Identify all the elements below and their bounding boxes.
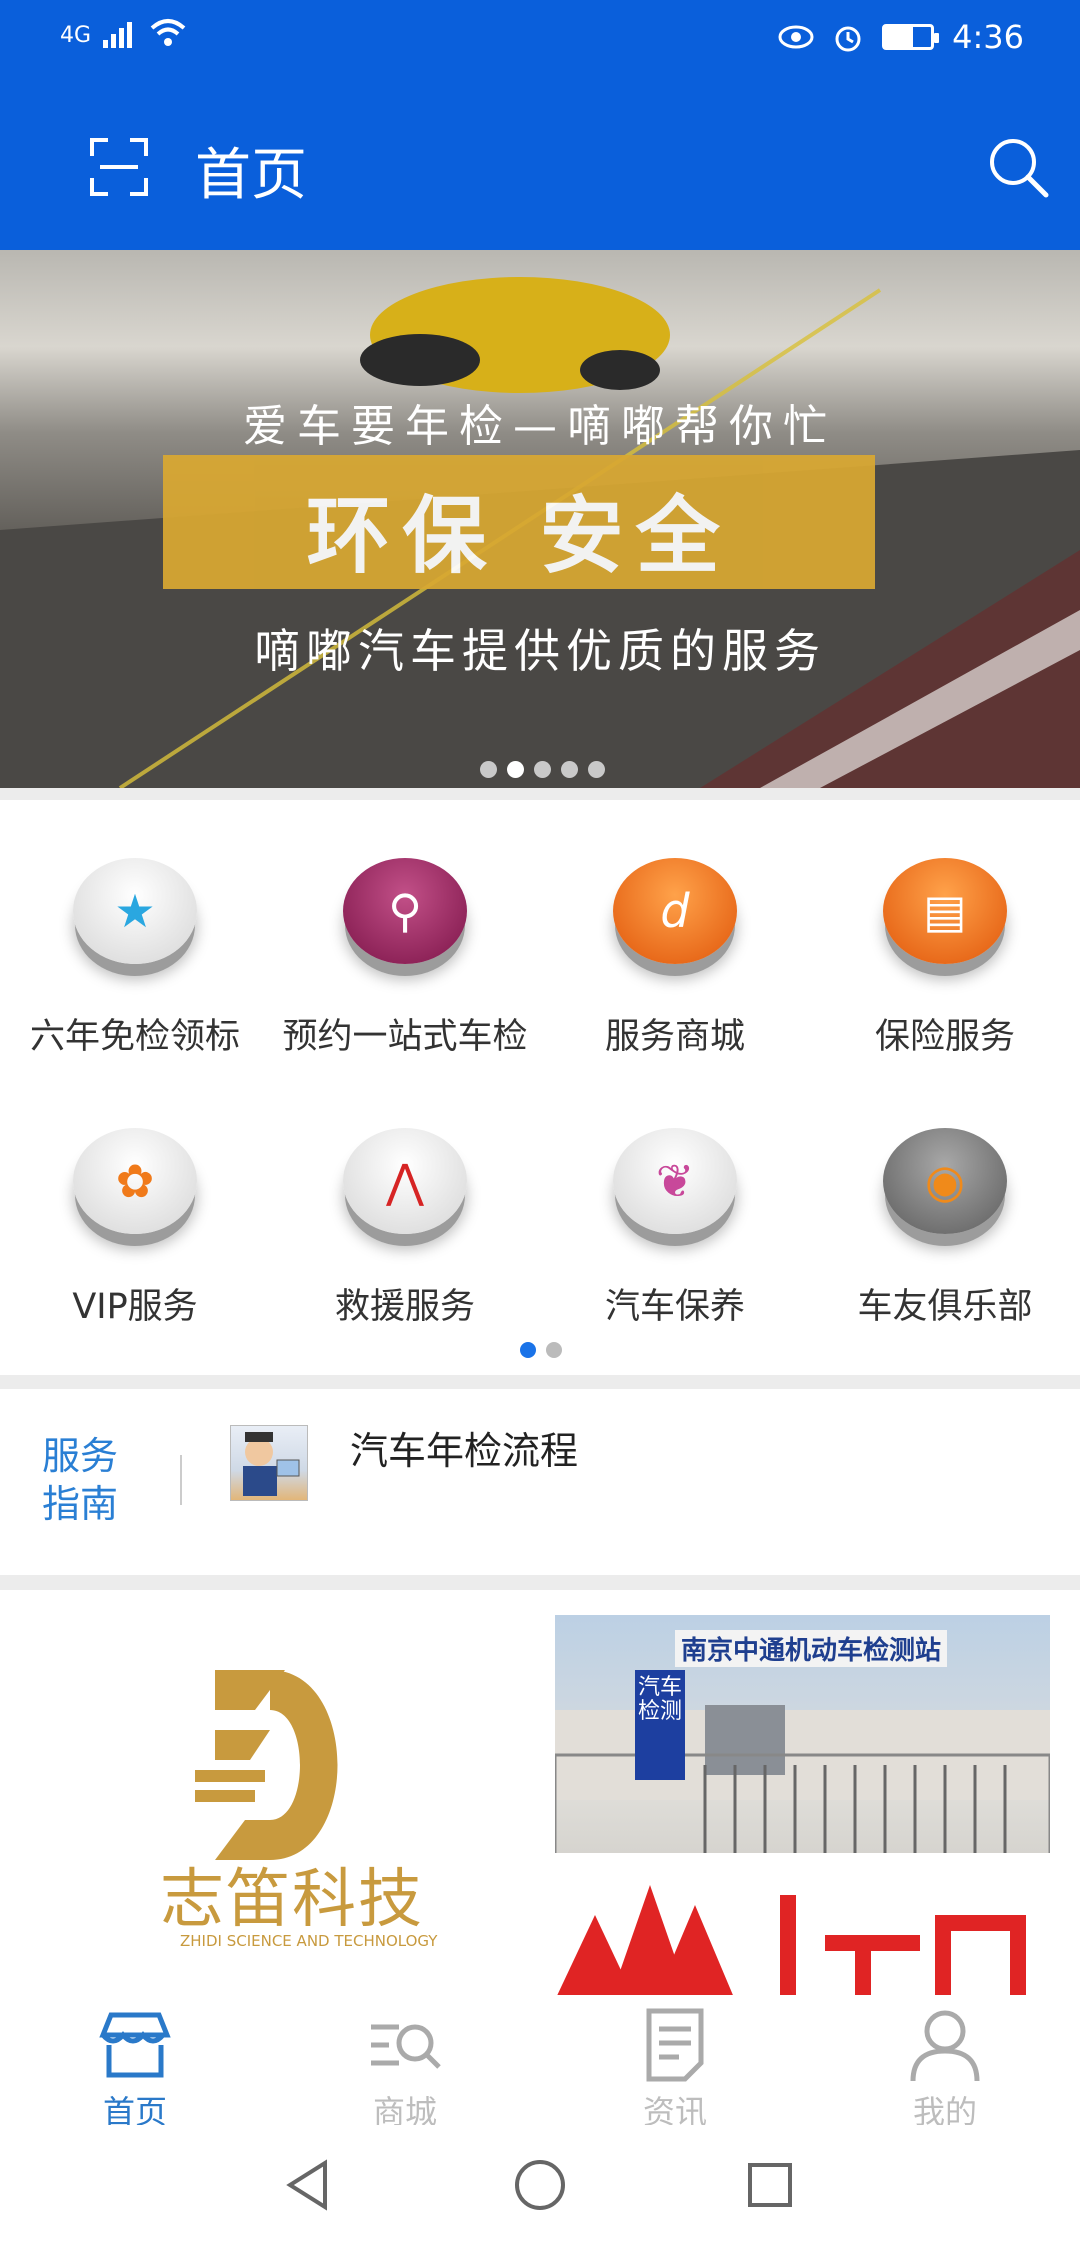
system-nav-bar [0, 2125, 1080, 2244]
banner-dot[interactable] [480, 761, 497, 778]
list-search-icon [371, 2024, 441, 2069]
banner-carousel[interactable]: 爱车要年检—嘀嘟帮你忙 环保 安全 嘀嘟汽车提供优质的服务 [0, 250, 1080, 788]
network-indicator: 4G [60, 18, 187, 48]
zhidi-logo-icon[interactable] [175, 1670, 375, 1860]
status-right: 4:36 [778, 18, 1024, 56]
guide-separator [180, 1455, 182, 1505]
flower-icon: ✿ [73, 1128, 197, 1234]
page-title: 首页 [195, 143, 307, 208]
service-item[interactable]: ▤ 保险服务 [810, 858, 1080, 1059]
store-icon [99, 2012, 171, 2078]
service-label: 保险服务 [874, 1017, 1015, 1057]
divider [0, 788, 1080, 800]
service-label: VIP服务 [72, 1287, 198, 1327]
alarm-icon [835, 26, 861, 52]
banner-dot[interactable] [588, 761, 605, 778]
service-item[interactable]: ◉ 车友俱乐部 [810, 1128, 1080, 1329]
shockwave-icon: d [613, 858, 737, 964]
guide-title: 服务指南 [42, 1434, 119, 1526]
banner-highlight-box: 环保 安全 [163, 455, 875, 589]
service-label: 六年免检领标 [29, 1017, 240, 1057]
card-icon: ▤ [883, 858, 1007, 964]
bow-icon: ❦ [613, 1128, 737, 1234]
wifi-icon [150, 19, 186, 46]
brand-name: 志笛科技 [160, 1863, 424, 1937]
banner-dot-active[interactable] [507, 761, 524, 778]
tab-news[interactable]: 资讯 [540, 1995, 810, 2133]
service-grid: ★ 六年免检领标 ⚲ 预约一站式车检 d 服务商城 ▤ 保险服务 ✿ VIP服务… [0, 800, 1080, 1375]
recents-icon[interactable] [740, 2155, 800, 2215]
station-vertical-sign: 汽车检测 [635, 1670, 685, 1780]
service-label: 救援服务 [334, 1287, 475, 1327]
document-icon [646, 2008, 704, 2082]
eye-icon [778, 25, 814, 49]
search-icon[interactable] [986, 135, 1050, 199]
service-item[interactable]: ⚲ 预约一站式车检 [270, 858, 540, 1059]
banner-headline: 爱车要年检—嘀嘟帮你忙 [243, 401, 837, 452]
service-label: 预约一站式车检 [282, 1017, 528, 1057]
divider [0, 1575, 1080, 1590]
promo-section: 志笛科技 ZHIDI SCIENCE AND TECHNOLOGY 南京中通机动… [0, 1590, 1080, 2000]
acrobat-icon: ⋀ [343, 1128, 467, 1234]
clock: 4:36 [952, 18, 1024, 56]
service-item[interactable]: d 服务商城 [540, 858, 810, 1059]
banner-dot[interactable] [534, 761, 551, 778]
network-type: 4G [60, 23, 92, 48]
key-icon: ⚲ [343, 858, 467, 964]
back-icon[interactable] [280, 2155, 340, 2215]
banner-highlight-text: 环保 安全 [306, 487, 732, 585]
banner-pagination [480, 761, 605, 778]
bottom-tab-bar: 首页 商城 资讯 我的 [0, 1995, 1080, 2131]
firefox-icon: ◉ [883, 1128, 1007, 1234]
service-label: 汽车保养 [604, 1287, 745, 1327]
service-guide[interactable]: 服务指南 汽车年检流程 [0, 1390, 1080, 1575]
station-sign: 南京中通机动车检测站 [675, 1630, 948, 1667]
guide-thumbnail [230, 1425, 308, 1501]
service-item[interactable]: ★ 六年免检领标 [0, 858, 270, 1059]
star-icon: ★ [73, 858, 197, 964]
service-label: 服务商城 [604, 1017, 745, 1057]
battery-icon [882, 24, 940, 50]
guide-item-link[interactable]: 汽车年检流程 [350, 1420, 578, 1475]
grid-dot[interactable] [546, 1342, 562, 1358]
signal-icon [103, 22, 133, 48]
red-brand-logo-icon[interactable] [555, 1875, 1050, 2000]
brand-name-en: ZHIDI SCIENCE AND TECHNOLOGY [180, 1932, 438, 1950]
status-bar: 4G 4:36 [0, 0, 1080, 80]
service-item[interactable]: ✿ VIP服务 [0, 1128, 270, 1329]
app-bar: 首页 [0, 80, 1080, 250]
tab-mall[interactable]: 商城 [270, 1995, 540, 2133]
tab-home[interactable]: 首页 [0, 1995, 270, 2133]
service-item[interactable]: ❦ 汽车保养 [540, 1128, 810, 1329]
banner-dot[interactable] [561, 761, 578, 778]
grid-dot-active[interactable] [520, 1342, 536, 1358]
home-icon[interactable] [510, 2155, 570, 2215]
station-photo[interactable]: 南京中通机动车检测站 汽车检测 [555, 1615, 1050, 1853]
tab-profile[interactable]: 我的 [810, 1995, 1080, 2133]
divider [0, 1375, 1080, 1389]
user-icon [910, 2010, 980, 2082]
banner-subline: 嘀嘟汽车提供优质的服务 [254, 624, 826, 678]
service-label: 车友俱乐部 [857, 1287, 1033, 1327]
grid-pagination [520, 1342, 562, 1358]
service-item[interactable]: ⋀ 救援服务 [270, 1128, 540, 1329]
scan-icon[interactable] [90, 138, 148, 196]
